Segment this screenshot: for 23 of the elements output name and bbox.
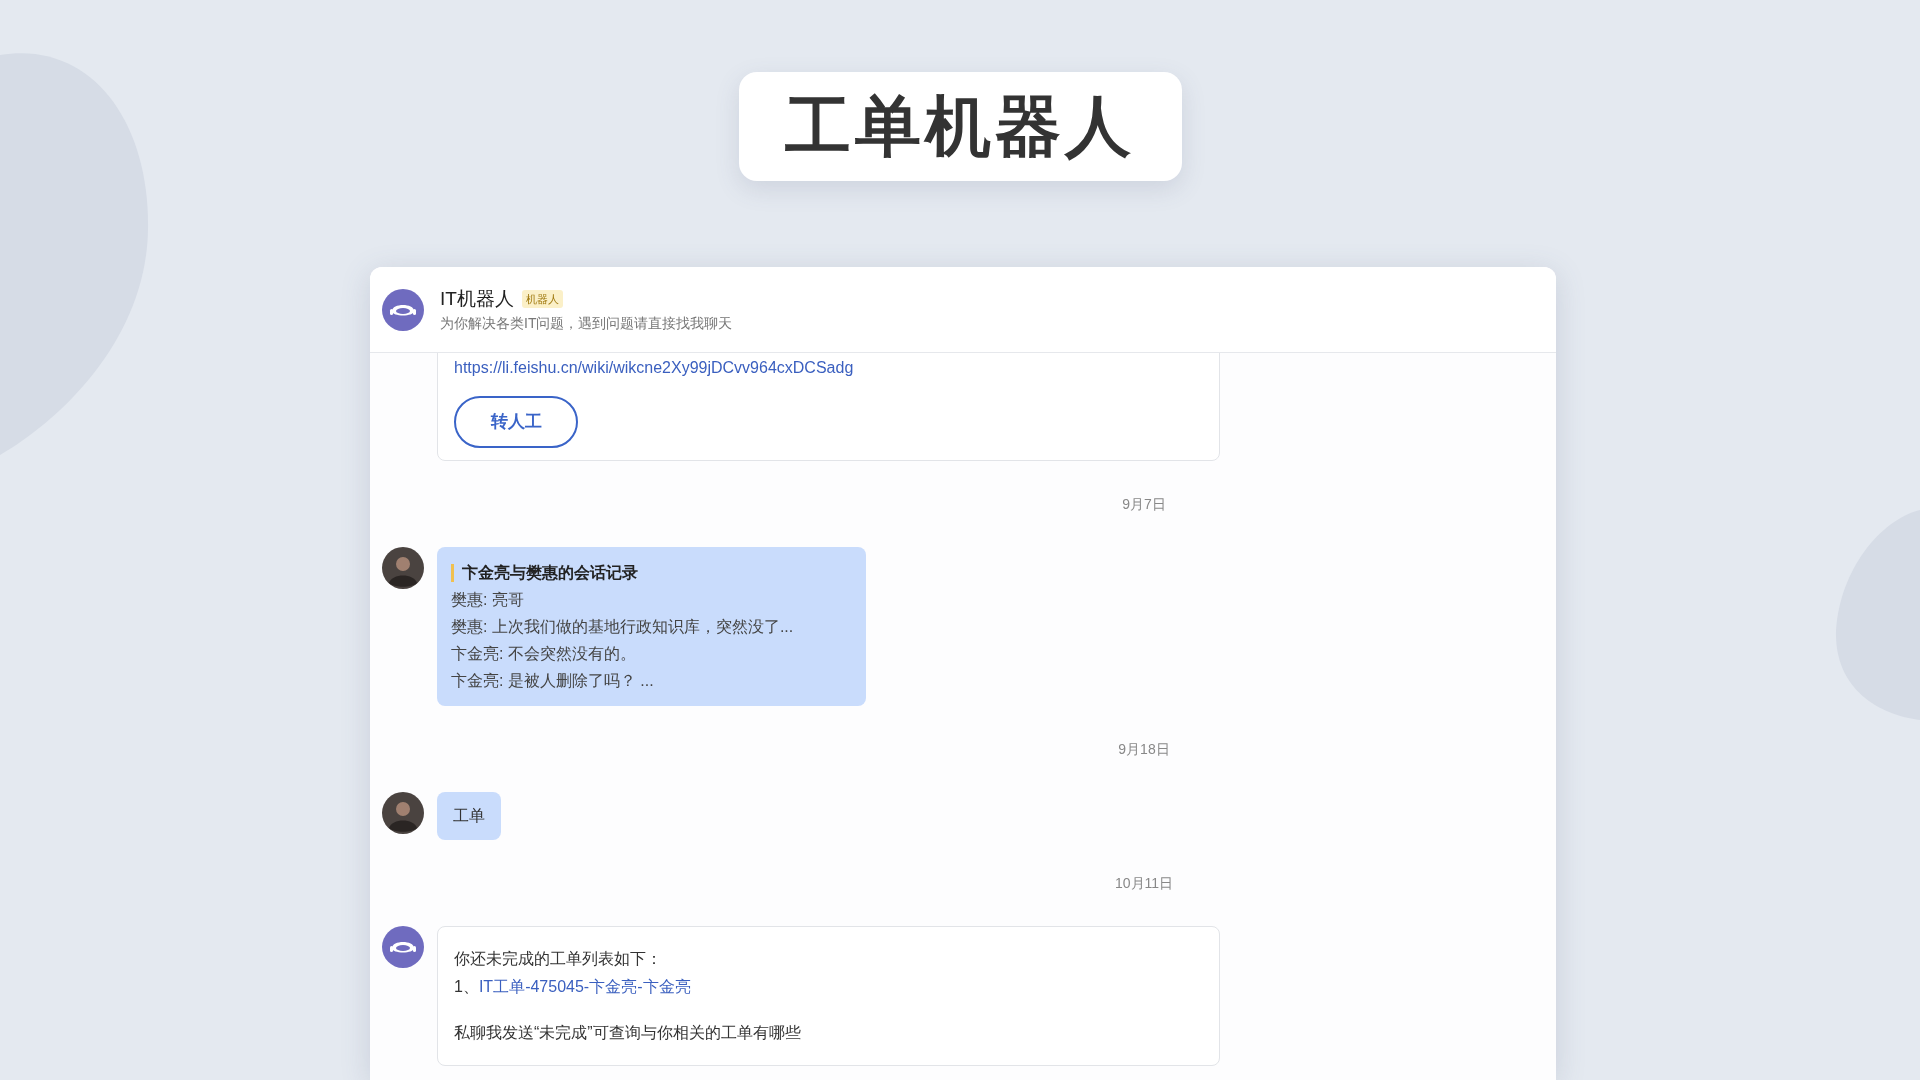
- list-number: 1、: [454, 977, 479, 997]
- date-label: 9月18日: [1118, 740, 1170, 759]
- record-line: 樊惠: 亮哥: [451, 590, 525, 610]
- page-title: 工单机器人: [785, 88, 1135, 165]
- record-line: 樊惠: 上次我们做的基地行政知识库，突然没了...: [451, 617, 795, 637]
- message-text: 你还未完成的工单列表如下：: [454, 949, 663, 969]
- message-bubble: 工单: [437, 792, 501, 840]
- record-title: 卞金亮与樊惠的会话记录: [451, 564, 638, 582]
- message-text: 私聊我发送“未完成”可查询与你相关的工单有哪些: [454, 1023, 802, 1043]
- user-avatar: [382, 547, 424, 589]
- link[interactable]: https://li.feishu.cn/wiki/wikcne2Xy99jDCvv964cxDCSadg: [454, 359, 854, 376]
- record-line: 卞金亮: 不会突然没有的。: [451, 644, 637, 664]
- bot-tag: 机器人: [521, 289, 563, 309]
- ticket-link[interactable]: IT工单-475045-卞金亮-卞金亮: [478, 973, 691, 1001]
- chat-name: IT机器人: [440, 286, 514, 311]
- chat-description: 为你解决各类IT问题，遇到问题请直接找我聊天: [440, 314, 733, 334]
- robot-avatar-icon: [382, 926, 424, 968]
- date-label: 9月7日: [1122, 495, 1166, 514]
- user-avatar: [382, 792, 424, 834]
- transfer-button[interactable]: 转人工: [454, 396, 578, 448]
- robot-avatar-icon: [382, 288, 424, 331]
- date-label: 10月11日: [1114, 874, 1174, 893]
- record-line: 卞金亮: 是被人删除了吗？ ...: [451, 671, 655, 691]
